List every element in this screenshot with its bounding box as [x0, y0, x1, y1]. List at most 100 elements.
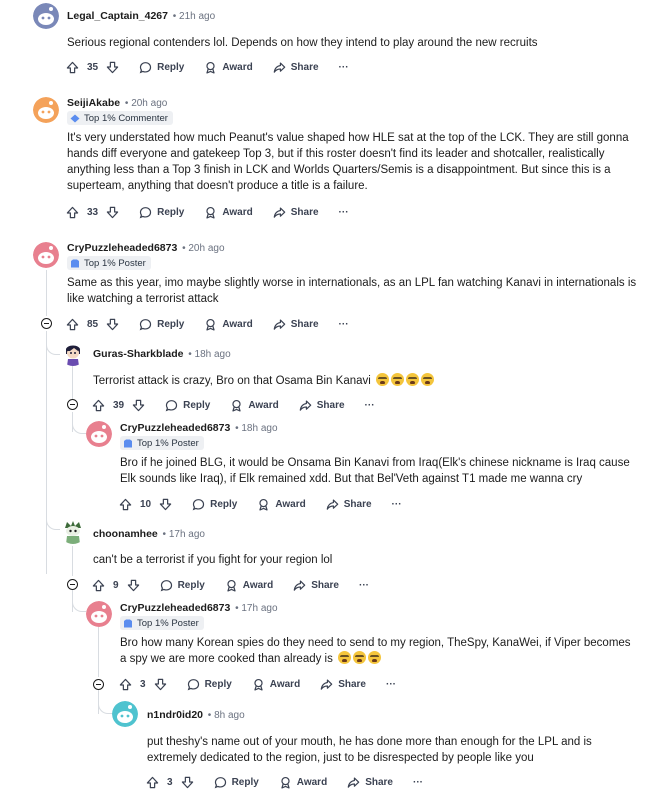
comment-text-line: Terrorist attack is crazy, Bro on that O… [93, 373, 435, 389]
more-options-button[interactable]: ··· [365, 400, 375, 411]
avatar[interactable] [33, 97, 59, 123]
share-button[interactable]: Share [293, 579, 339, 592]
upvote-button[interactable] [119, 678, 132, 691]
share-button[interactable]: Share [326, 498, 372, 511]
comment-author[interactable]: Legal_Captain_4267 • 21h ago [67, 10, 215, 22]
reply-button[interactable]: Reply [165, 399, 210, 412]
collapse-thread-button[interactable] [93, 679, 104, 690]
downvote-button[interactable] [132, 399, 145, 412]
award-icon [281, 776, 290, 788]
more-options-button[interactable]: ··· [339, 62, 349, 73]
share-icon [293, 579, 306, 591]
comment-author[interactable]: Guras-Sharkblade • 18h ago [93, 348, 231, 360]
upvote-icon [92, 399, 105, 411]
reply-button[interactable]: Reply [160, 579, 205, 592]
more-options-button[interactable]: ··· [386, 679, 396, 690]
username[interactable]: Legal_Captain_4267 [67, 10, 168, 22]
avatar[interactable] [60, 340, 86, 366]
share-button[interactable]: Share [347, 776, 393, 789]
user-flair: Top 1% Poster [120, 436, 204, 450]
vote-score: 3 [140, 678, 146, 690]
top-poster-badge-icon [124, 439, 132, 447]
downvote-button[interactable] [159, 498, 172, 511]
username[interactable]: Guras-Sharkblade [93, 348, 183, 360]
comment-text-line: Bro if he joined BLG, it would be Onsama… [120, 457, 630, 469]
username[interactable]: CryPuzzleheaded6873 [120, 422, 230, 434]
upvote-button[interactable] [119, 498, 132, 511]
more-options-button[interactable]: ··· [339, 319, 349, 330]
award-button[interactable]: Award [204, 318, 253, 331]
upvote-button[interactable] [66, 61, 79, 74]
upvote-button[interactable] [92, 579, 105, 592]
avatar[interactable] [86, 601, 112, 627]
upvote-icon [66, 61, 79, 73]
share-button[interactable]: Share [299, 399, 345, 412]
avatar[interactable] [33, 242, 59, 268]
username[interactable]: n1ndr0id20 [147, 709, 203, 721]
more-options-button[interactable]: ··· [392, 499, 402, 510]
upvote-icon [146, 776, 159, 788]
comment-author[interactable]: n1ndr0id20 • 8h ago [147, 709, 245, 721]
comment-time: • 17h ago [232, 603, 278, 614]
upvote-button[interactable] [66, 318, 79, 331]
downvote-button[interactable] [106, 318, 119, 331]
share-button[interactable]: Share [273, 61, 319, 74]
username[interactable]: CryPuzzleheaded6873 [120, 602, 230, 614]
collapse-thread-button[interactable] [41, 318, 52, 329]
reply-button[interactable]: Reply [139, 318, 184, 331]
avatar[interactable] [60, 518, 86, 544]
share-button[interactable]: Share [273, 318, 319, 331]
share-button[interactable]: Share [320, 678, 366, 691]
award-button[interactable]: Award [204, 61, 253, 74]
award-button[interactable]: Award [225, 579, 273, 592]
comment-bubble-icon [187, 678, 199, 690]
more-options-button[interactable]: ··· [339, 207, 349, 218]
username[interactable]: SeijiAkabe [67, 97, 120, 109]
more-options-button[interactable]: ··· [359, 580, 369, 591]
comment-time: • 8h ago [205, 710, 245, 721]
reply-button[interactable]: Reply [187, 678, 232, 691]
upvote-button[interactable] [146, 776, 159, 789]
share-button[interactable]: Share [273, 206, 319, 219]
downvote-button[interactable] [106, 61, 119, 74]
comment-bubble-icon [139, 61, 152, 73]
avatar[interactable] [86, 421, 112, 447]
collapse-thread-button[interactable] [67, 579, 78, 590]
comment-actions: 9 Reply Award Share ··· [92, 577, 369, 593]
downvote-button[interactable] [154, 678, 167, 691]
award-button[interactable]: Award [257, 498, 306, 511]
downvote-button[interactable] [181, 776, 194, 789]
reply-button[interactable]: Reply [139, 206, 184, 219]
award-button[interactable]: Award [252, 678, 300, 691]
vote-score: 39 [113, 399, 125, 411]
comment-author[interactable]: choonamhee • 17h ago [93, 528, 205, 540]
award-button[interactable]: Award [204, 206, 253, 219]
default-snoo-avatar-icon [86, 421, 112, 447]
comment-author[interactable]: CryPuzzleheaded6873 • 20h ago [67, 242, 225, 254]
reply-button[interactable]: Reply [192, 498, 237, 511]
username[interactable]: CryPuzzleheaded6873 [67, 242, 177, 254]
comment-author[interactable]: SeijiAkabe • 20h ago [67, 97, 167, 109]
award-button[interactable]: Award [230, 399, 279, 412]
collapse-thread-button[interactable] [67, 399, 78, 410]
avatar[interactable] [112, 701, 138, 727]
more-options-button[interactable]: ··· [413, 777, 423, 788]
upvote-icon [119, 498, 132, 510]
vote-score: 85 [87, 318, 99, 330]
upvote-button[interactable] [66, 206, 79, 219]
downvote-button[interactable] [127, 579, 140, 592]
share-icon [273, 318, 286, 330]
reply-button[interactable]: Reply [214, 776, 259, 789]
thread-line [46, 270, 47, 316]
username[interactable]: choonamhee [93, 528, 158, 540]
comment-author[interactable]: CryPuzzleheaded6873 • 18h ago [120, 422, 278, 434]
comment-author[interactable]: CryPuzzleheaded6873 • 17h ago [120, 602, 278, 614]
thread-elbow [98, 690, 112, 714]
upvote-button[interactable] [92, 399, 105, 412]
award-button[interactable]: Award [279, 776, 327, 789]
comment-actions: 33 Reply Award Share ··· [66, 204, 349, 220]
comment-body: Bro if he joined BLG, it would be Onsama… [120, 455, 630, 487]
downvote-button[interactable] [106, 206, 119, 219]
avatar[interactable] [33, 3, 59, 29]
reply-button[interactable]: Reply [139, 61, 184, 74]
